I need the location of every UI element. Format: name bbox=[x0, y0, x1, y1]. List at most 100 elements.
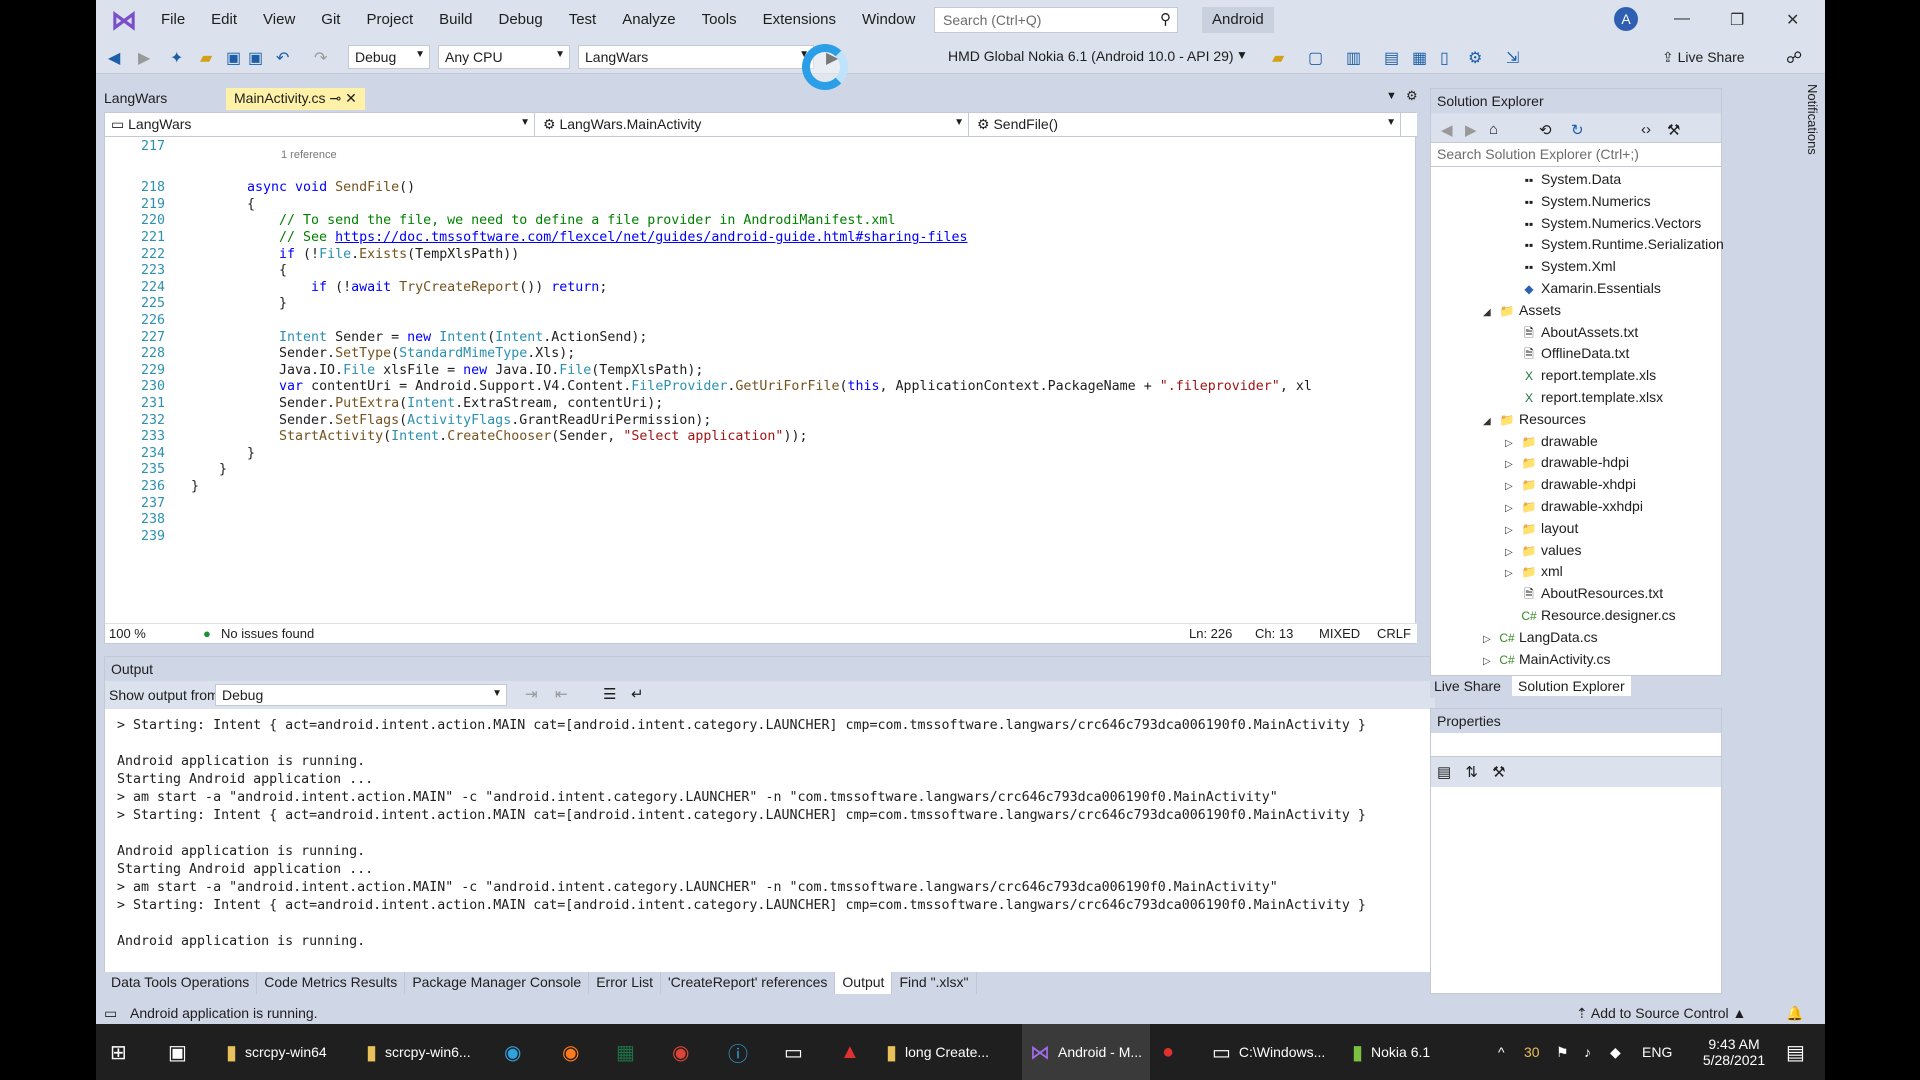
device-manager-icon[interactable]: ▢ bbox=[1308, 48, 1323, 68]
tab-langwars[interactable]: LangWars bbox=[96, 88, 176, 110]
solution-tree-item[interactable]: ▷ 📁 drawable-xxhdpi bbox=[1505, 498, 1643, 514]
code-line[interactable]: } bbox=[191, 479, 199, 494]
menu-tools[interactable]: Tools bbox=[689, 0, 750, 40]
menu-test[interactable]: Test bbox=[556, 0, 610, 40]
run-target-select[interactable]: HMD Global Nokia 6.1 (Android 10.0 - API… bbox=[948, 48, 1234, 64]
expand-arrow-icon[interactable]: ▷ bbox=[1483, 634, 1499, 645]
code-line[interactable]: { bbox=[247, 197, 255, 212]
code-line[interactable]: // To send the file, we need to define a… bbox=[247, 213, 895, 228]
task-view-icon[interactable]: ▣ bbox=[168, 1024, 195, 1080]
expand-arrow-icon[interactable]: ▷ bbox=[1505, 547, 1521, 558]
code-line[interactable]: Intent Sender = new Intent(Intent.Action… bbox=[247, 330, 647, 345]
expand-arrow-icon[interactable]: ▷ bbox=[1505, 459, 1521, 470]
bottom-tab[interactable]: Data Tools Operations bbox=[104, 972, 258, 994]
tray-app-icon[interactable]: ◆ bbox=[1610, 1024, 1621, 1080]
solution-tree-item[interactable]: Xreport.template.xls bbox=[1505, 367, 1656, 383]
code-line[interactable]: // See https://doc.tmssoftware.com/flexc… bbox=[247, 230, 967, 245]
clear-all-icon[interactable]: ☰ bbox=[603, 685, 616, 703]
tab-live-share[interactable]: Live Share bbox=[1434, 678, 1501, 694]
menu-window[interactable]: Window bbox=[849, 0, 928, 40]
expand-arrow-icon[interactable]: ▷ bbox=[1505, 503, 1521, 514]
solution-name-badge[interactable]: Android bbox=[1202, 7, 1274, 33]
zoom-select[interactable]: 100 % bbox=[109, 626, 146, 641]
code-line[interactable]: } bbox=[247, 296, 287, 311]
android-sdk-icon[interactable]: ▥ bbox=[1346, 48, 1361, 68]
notifications-bell-icon[interactable]: 🔔 bbox=[1786, 1005, 1803, 1022]
alphabetical-icon[interactable]: ⇅ bbox=[1465, 764, 1478, 781]
code-line[interactable]: Sender.PutExtra(Intent.ExtraStream, cont… bbox=[247, 396, 663, 411]
code-area[interactable]: 1 reference 217 218 async void SendFile() 21… bbox=[105, 139, 1395, 623]
pdf-icon[interactable]: ▲ bbox=[840, 1024, 868, 1080]
code-line[interactable]: var contentUri = Android.Support.V4.Cont… bbox=[247, 379, 1312, 394]
solution-tree-item[interactable]: ▪▪ System.Xml bbox=[1505, 258, 1616, 274]
reference-hint[interactable]: 1 reference bbox=[281, 149, 337, 161]
code-line[interactable]: { bbox=[247, 263, 287, 278]
edge-icon[interactable]: ◉ bbox=[504, 1024, 529, 1080]
chrome-icon[interactable]: ◉ bbox=[672, 1024, 697, 1080]
firefox-icon[interactable]: ◉ bbox=[562, 1024, 587, 1080]
indent-mode[interactable]: MIXED bbox=[1319, 626, 1360, 641]
prev-message-icon[interactable]: ⇤ bbox=[555, 685, 568, 703]
taskbar-scrcpy-2[interactable]: ▮ scrcpy-win6... bbox=[366, 1024, 471, 1080]
live-share-button[interactable]: ⇪ Live Share bbox=[1662, 49, 1745, 66]
solution-tree-item[interactable]: 🗎 AboutAssets.txt bbox=[1505, 324, 1638, 345]
find-message-icon[interactable]: ⇥ bbox=[525, 685, 538, 703]
language-indicator[interactable]: ENG bbox=[1642, 1024, 1672, 1080]
bottom-tab[interactable]: 'CreateReport' references bbox=[661, 972, 836, 994]
code-line[interactable]: StartActivity(Intent.CreateChooser(Sende… bbox=[247, 429, 807, 444]
solution-tree-item[interactable]: ▷ C# MainActivity.cs bbox=[1483, 651, 1611, 667]
save-icon[interactable]: ▣ bbox=[226, 48, 241, 68]
solution-tree-item[interactable]: 🗎 OfflineData.txt bbox=[1505, 345, 1629, 366]
expand-arrow-icon[interactable]: ▷ bbox=[1483, 656, 1499, 667]
code-view-icon[interactable]: ‹› bbox=[1641, 121, 1651, 138]
bottom-tab[interactable]: Error List bbox=[589, 972, 661, 994]
line-ending[interactable]: CRLF bbox=[1377, 626, 1411, 641]
solution-tree-item[interactable]: ◆ Xamarin.Essentials bbox=[1505, 280, 1660, 296]
configuration-select[interactable]: Debug ▼ bbox=[348, 45, 430, 69]
menu-view[interactable]: View bbox=[250, 0, 308, 40]
project-nav-select[interactable]: ▭ LangWars ▼ bbox=[105, 113, 535, 137]
tray-network-icon[interactable]: ⚑ bbox=[1556, 1024, 1569, 1080]
pin-icon[interactable]: ⊸ bbox=[329, 90, 341, 106]
open-folder-icon[interactable]: ▰ bbox=[200, 48, 212, 68]
solution-tree-item[interactable]: ▷ 📁 drawable-hdpi bbox=[1505, 454, 1629, 470]
solution-tree-item[interactable]: C# Resource.designer.cs bbox=[1505, 607, 1675, 623]
minimize-icon[interactable]: — bbox=[1674, 10, 1690, 28]
solution-search-input[interactable]: Search Solution Explorer (Ctrl+;) bbox=[1431, 143, 1721, 167]
solution-tree-item[interactable]: ▪▪ System.Numerics bbox=[1505, 193, 1651, 209]
feedback-icon[interactable]: ☍ bbox=[1786, 48, 1802, 68]
restore-icon[interactable]: ❐ bbox=[1730, 10, 1744, 30]
clock[interactable]: 9:43 AM 5/28/2021 bbox=[1694, 1024, 1774, 1080]
code-line[interactable]: if (!File.Exists(TempXlsPath)) bbox=[247, 247, 519, 262]
avatar[interactable]: A bbox=[1614, 7, 1638, 31]
menu-build[interactable]: Build bbox=[426, 0, 485, 40]
home-icon[interactable]: ⌂ bbox=[1489, 121, 1498, 138]
bottom-tab[interactable]: Find ".xlsx" bbox=[892, 972, 977, 994]
code-editor[interactable]: ▭ LangWars ▼ ⚙ LangWars.MainActivity ▼ ⚙ S… bbox=[104, 112, 1417, 644]
menu-file[interactable]: File bbox=[148, 0, 198, 40]
solution-tree-item[interactable]: 🗎 AboutResources.txt bbox=[1505, 585, 1663, 606]
solution-tree-item[interactable]: ◢ 📁 Assets bbox=[1483, 302, 1561, 318]
forward-icon[interactable]: ▶ bbox=[138, 48, 150, 68]
menu-git[interactable]: Git bbox=[308, 0, 353, 40]
expand-arrow-icon[interactable]: ◢ bbox=[1483, 416, 1499, 427]
bottom-tab[interactable]: Code Metrics Results bbox=[257, 972, 406, 994]
menu-extensions[interactable]: Extensions bbox=[750, 0, 849, 40]
solution-tree-item[interactable]: Xreport.template.xlsx bbox=[1505, 389, 1663, 405]
solution-tree-item[interactable]: ▪▪ System.Numerics.Vectors bbox=[1505, 215, 1702, 231]
property-pages-icon[interactable]: ⚒ bbox=[1492, 764, 1505, 781]
search-input[interactable]: Search (Ctrl+Q) ⚲ bbox=[934, 7, 1178, 33]
startup-project-select[interactable]: LangWars ▼ bbox=[578, 45, 814, 69]
menu-edit[interactable]: Edit bbox=[198, 0, 250, 40]
back-icon[interactable]: ◀ bbox=[108, 48, 120, 68]
properties-wrench-icon[interactable]: ⚒ bbox=[1667, 121, 1680, 139]
action-center-icon[interactable]: ▤ bbox=[1786, 1024, 1813, 1080]
code-line[interactable]: Java.IO.File xlsFile = new Java.IO.File(… bbox=[247, 363, 703, 378]
solution-tree-item[interactable]: ▷ 📁 drawable-xhdpi bbox=[1505, 476, 1636, 492]
menu-project[interactable]: Project bbox=[353, 0, 426, 40]
code-line[interactable]: Sender.SetType(StandardMimeType.Xls); bbox=[247, 346, 575, 361]
format-icon[interactable]: ⇲ bbox=[1506, 48, 1519, 68]
sol-back-icon[interactable]: ◀ bbox=[1441, 121, 1453, 139]
emulator-icon[interactable]: ▯ bbox=[1440, 48, 1449, 68]
rad-icon[interactable]: ● bbox=[1162, 1024, 1182, 1080]
